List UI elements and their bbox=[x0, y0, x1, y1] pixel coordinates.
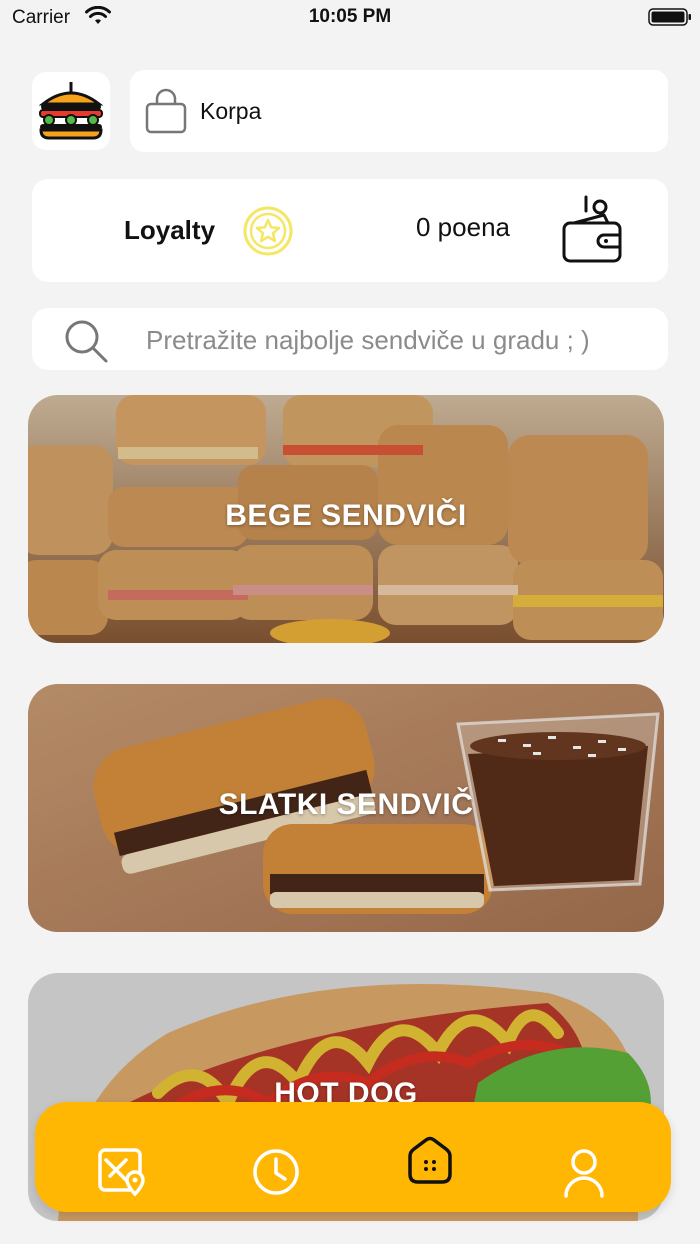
nav-home[interactable] bbox=[380, 1102, 480, 1212]
shopping-bag-icon bbox=[145, 88, 187, 134]
search-input[interactable] bbox=[144, 318, 658, 362]
cart-button[interactable]: Korpa bbox=[130, 70, 668, 152]
loyalty-label: Loyalty bbox=[124, 215, 216, 245]
loyalty-card[interactable]: Loyalty 0 poena bbox=[32, 179, 668, 282]
nav-profile[interactable] bbox=[534, 1102, 634, 1212]
nav-history[interactable] bbox=[226, 1102, 326, 1212]
battery-icon bbox=[648, 8, 691, 26]
cart-label: Korpa bbox=[200, 98, 262, 124]
app-logo[interactable] bbox=[32, 72, 110, 150]
home-icon bbox=[408, 1136, 452, 1184]
category-card-bege-sendvici[interactable]: BEGE SENDVIČI bbox=[28, 395, 664, 643]
search-bar[interactable] bbox=[32, 308, 668, 370]
search-icon bbox=[65, 320, 108, 363]
clock-time: 10:05 PM bbox=[308, 6, 392, 27]
map-location-icon bbox=[98, 1148, 145, 1197]
category-card-slatki-sendvic[interactable]: SLATKI SENDVIČ bbox=[28, 684, 664, 932]
status-bar: Carrier 10:05 PM bbox=[0, 0, 700, 36]
points-balance: 0 poena bbox=[416, 212, 510, 242]
category-title: BEGE SENDVIČI bbox=[225, 499, 467, 532]
star-badge-icon bbox=[243, 206, 293, 256]
category-title: SLATKI SENDVIČ bbox=[218, 788, 474, 821]
nav-map[interactable] bbox=[72, 1102, 172, 1212]
user-profile-icon bbox=[564, 1149, 604, 1198]
sandwich-logo-icon bbox=[38, 82, 104, 140]
clock-history-icon bbox=[253, 1149, 299, 1195]
wallet-coins-icon bbox=[562, 195, 622, 263]
bottom-navigation bbox=[35, 1102, 671, 1212]
